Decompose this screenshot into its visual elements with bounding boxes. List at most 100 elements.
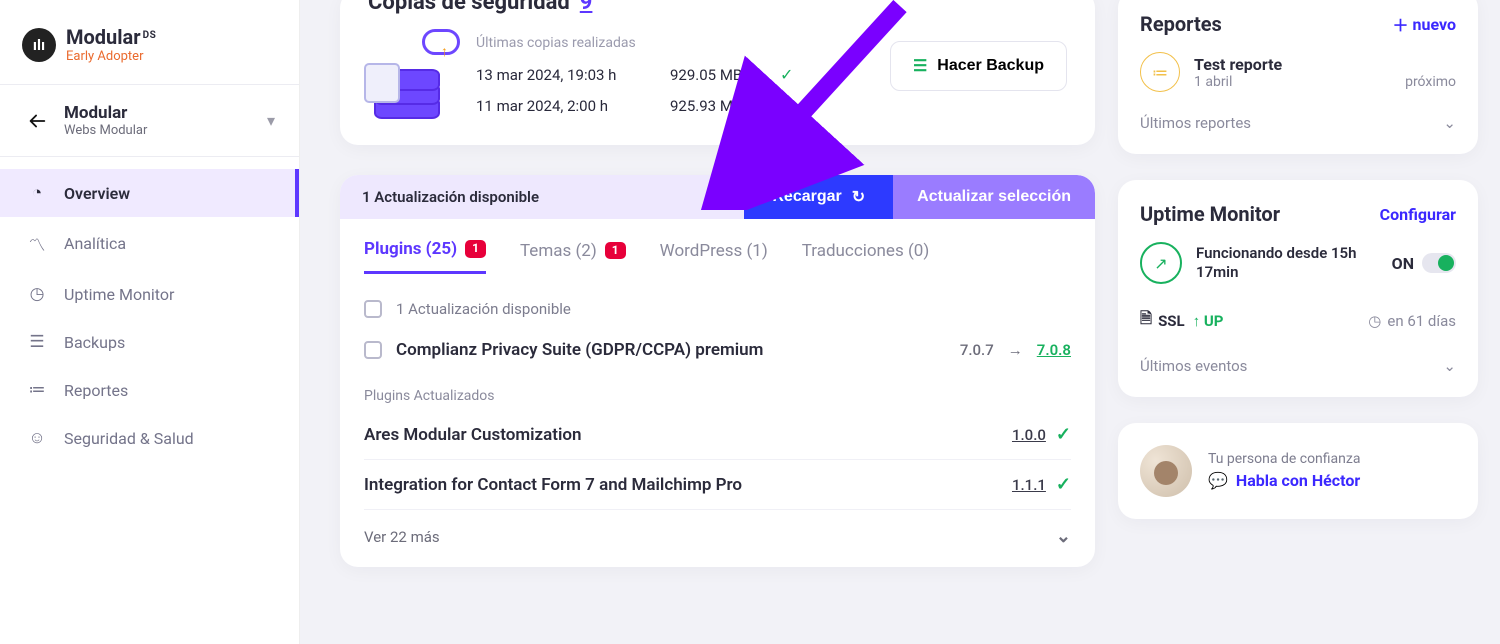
brand: ılı ModularDS Early Adopter bbox=[0, 0, 299, 76]
up-arrow-icon: ↗ bbox=[1140, 242, 1182, 284]
refresh-icon: ↻ bbox=[852, 187, 865, 207]
new-report-label: nuevo bbox=[1413, 15, 1456, 34]
sidebar-item-analytics[interactable]: 〽 Analítica bbox=[0, 217, 299, 270]
ssl-row: 🗎 SSL ↑ UP ◷ en 61 días bbox=[1140, 302, 1456, 333]
recent-backups-label: Últimas copias realizadas bbox=[476, 35, 868, 51]
reports-expander[interactable]: Últimos reportes ⌄ bbox=[1140, 104, 1456, 132]
plugin-name: Ares Modular Customization bbox=[364, 425, 1012, 445]
backup-size: 925.93 MB bbox=[670, 97, 756, 115]
select-all-checkbox[interactable] bbox=[364, 300, 382, 318]
nav-list: ◔ Overview 〽 Analítica ◷ Uptime Monitor … bbox=[0, 157, 299, 462]
ssl-days: en 61 días bbox=[1387, 312, 1456, 330]
nav-label: Reportes bbox=[64, 381, 128, 400]
context-switcher[interactable]: Modular Webs Modular ▾ bbox=[0, 84, 299, 157]
tab-themes[interactable]: Temas (2) 1 bbox=[520, 239, 626, 274]
uptime-panel: Uptime Monitor Configurar ↗ Funcionando … bbox=[1118, 180, 1478, 397]
pending-header: 1 Actualización disponible bbox=[364, 292, 1071, 326]
backups-list: Últimas copias realizadas 13 mar 2024, 1… bbox=[476, 35, 868, 121]
check-icon: ✓ bbox=[780, 65, 793, 84]
document-icon: 🗎 bbox=[1140, 308, 1152, 333]
sidebar-item-security[interactable]: ☺ Seguridad & Salud bbox=[0, 414, 299, 462]
brand-ds: DS bbox=[143, 30, 157, 41]
reload-button[interactable]: Recargar ↻ bbox=[744, 175, 893, 219]
plus-icon: ＋ bbox=[1393, 12, 1409, 36]
database-icon: ☰ bbox=[913, 56, 927, 76]
uptime-events-expander[interactable]: Últimos eventos ⌄ bbox=[1140, 347, 1456, 375]
nav-label: Analítica bbox=[64, 234, 126, 253]
updates-tabs: Plugins (25) 1 Temas (2) 1 WordPress (1)… bbox=[340, 219, 1095, 280]
uptime-events-label: Últimos eventos bbox=[1140, 357, 1247, 375]
uptime-configure-link[interactable]: Configurar bbox=[1380, 205, 1456, 224]
uptime-header: Uptime Monitor Configurar bbox=[1140, 202, 1456, 226]
clock-icon: ◷ bbox=[26, 284, 48, 304]
brand-sub: Early Adopter bbox=[66, 50, 156, 64]
brand-name: Modular bbox=[66, 25, 141, 49]
sidebar-item-reports[interactable]: ≔ Reportes bbox=[0, 366, 299, 414]
back-arrow-icon[interactable] bbox=[24, 108, 50, 134]
ssl-up-label: UP bbox=[1204, 312, 1224, 330]
avatar bbox=[1140, 445, 1192, 497]
context-subtitle: Webs Modular bbox=[64, 123, 253, 138]
reload-label: Recargar bbox=[772, 188, 841, 206]
plugin-name: Integration for Contact Form 7 and Mailc… bbox=[364, 475, 1012, 495]
tab-plugins[interactable]: Plugins (25) 1 bbox=[364, 239, 486, 274]
brand-text: ModularDS Early Adopter bbox=[66, 26, 156, 64]
nav-label: Overview bbox=[64, 184, 130, 203]
clock-icon: ◷ bbox=[1368, 312, 1381, 330]
check-icon: ✓ bbox=[780, 96, 793, 115]
chevron-down-icon: ⌄ bbox=[1443, 357, 1456, 375]
see-more-row[interactable]: Ver 22 más ⌄ bbox=[364, 510, 1071, 547]
updated-plugin-row: Integration for Contact Form 7 and Mailc… bbox=[364, 460, 1071, 510]
list-icon: ≔ bbox=[26, 380, 48, 400]
report-item[interactable]: ≔ Test reporte 1 abril próximo bbox=[1140, 52, 1456, 92]
uptime-title: Uptime Monitor bbox=[1140, 202, 1280, 226]
backups-body: ↑ Últimas copias realizadas 13 mar 2024,… bbox=[368, 35, 1067, 121]
plugin-new-version[interactable]: 7.0.8 bbox=[1037, 341, 1071, 359]
backups-count-link[interactable]: 9 bbox=[580, 0, 593, 15]
report-date: 1 abril bbox=[1194, 74, 1232, 90]
list-bullet-icon: ≔ bbox=[1140, 52, 1180, 92]
report-status: próximo bbox=[1405, 74, 1456, 90]
arrow-right-icon: → bbox=[1008, 341, 1023, 359]
update-selection-button[interactable]: Actualizar selección bbox=[893, 175, 1095, 219]
backup-row: 13 mar 2024, 19:03 h 929.05 MB ✓ bbox=[476, 59, 868, 90]
backup-when: 11 mar 2024, 2:00 h bbox=[476, 97, 646, 115]
pending-plugin-row: Complianz Privacy Suite (GDPR/CCPA) prem… bbox=[364, 326, 1071, 374]
arrow-up-icon: ↑ bbox=[1193, 312, 1201, 330]
new-report-button[interactable]: ＋ nuevo bbox=[1393, 12, 1457, 36]
backup-size: 929.05 MB bbox=[670, 66, 756, 84]
ssl-label: SSL bbox=[1158, 312, 1185, 330]
backups-header: Copias de seguridad 9 🗓 Última copia 13 … bbox=[368, 0, 1067, 23]
plugin-version: 1.1.1 bbox=[1012, 476, 1046, 494]
uptime-status-text: Funcionando desde 15h 17min bbox=[1196, 244, 1378, 283]
chevron-down-icon: ⌄ bbox=[1443, 114, 1456, 132]
reports-title: Reportes bbox=[1140, 12, 1222, 36]
sidebar-item-overview[interactable]: ◔ Overview bbox=[0, 169, 299, 217]
update-selection-label: Actualizar selección bbox=[917, 188, 1071, 206]
make-backup-button[interactable]: ☰ Hacer Backup bbox=[890, 41, 1067, 91]
tab-themes-label: Temas (2) bbox=[520, 241, 597, 261]
updates-bar: 1 Actualización disponible Recargar ↻ Ac… bbox=[340, 175, 1095, 219]
chevron-down-icon[interactable]: ▾ bbox=[267, 111, 275, 130]
database-icon: ☰ bbox=[26, 332, 48, 352]
support-subtitle: Tu persona de confianza bbox=[1208, 450, 1360, 470]
backups-title: Copias de seguridad bbox=[368, 0, 570, 15]
plugin-version: 1.0.0 bbox=[1012, 426, 1046, 444]
report-texts: Test reporte 1 abril próximo bbox=[1194, 55, 1456, 90]
sidebar-item-backups[interactable]: ☰ Backups bbox=[0, 318, 299, 366]
backups-card: Copias de seguridad 9 🗓 Última copia 13 … bbox=[340, 0, 1095, 145]
uptime-toggle[interactable]: ON bbox=[1392, 253, 1456, 273]
backup-when: 13 mar 2024, 19:03 h bbox=[476, 66, 646, 84]
plugin-current-version: 7.0.7 bbox=[960, 341, 994, 359]
sidebar-item-uptime[interactable]: ◷ Uptime Monitor bbox=[0, 270, 299, 318]
support-panel: Tu persona de confianza 💬 Habla con Héct… bbox=[1118, 423, 1478, 519]
chart-icon: 〽 bbox=[26, 231, 48, 256]
plugin-checkbox[interactable] bbox=[364, 341, 382, 359]
tab-translations[interactable]: Traducciones (0) bbox=[802, 239, 929, 274]
smile-icon: ☺ bbox=[26, 428, 48, 448]
tab-plugins-label: Plugins (25) bbox=[364, 239, 457, 259]
context-titles: Modular Webs Modular bbox=[64, 103, 253, 138]
tab-wordpress[interactable]: WordPress (1) bbox=[660, 239, 768, 274]
support-cta-link[interactable]: 💬 Habla con Héctor bbox=[1208, 470, 1360, 492]
check-icon: ✓ bbox=[1056, 424, 1071, 445]
